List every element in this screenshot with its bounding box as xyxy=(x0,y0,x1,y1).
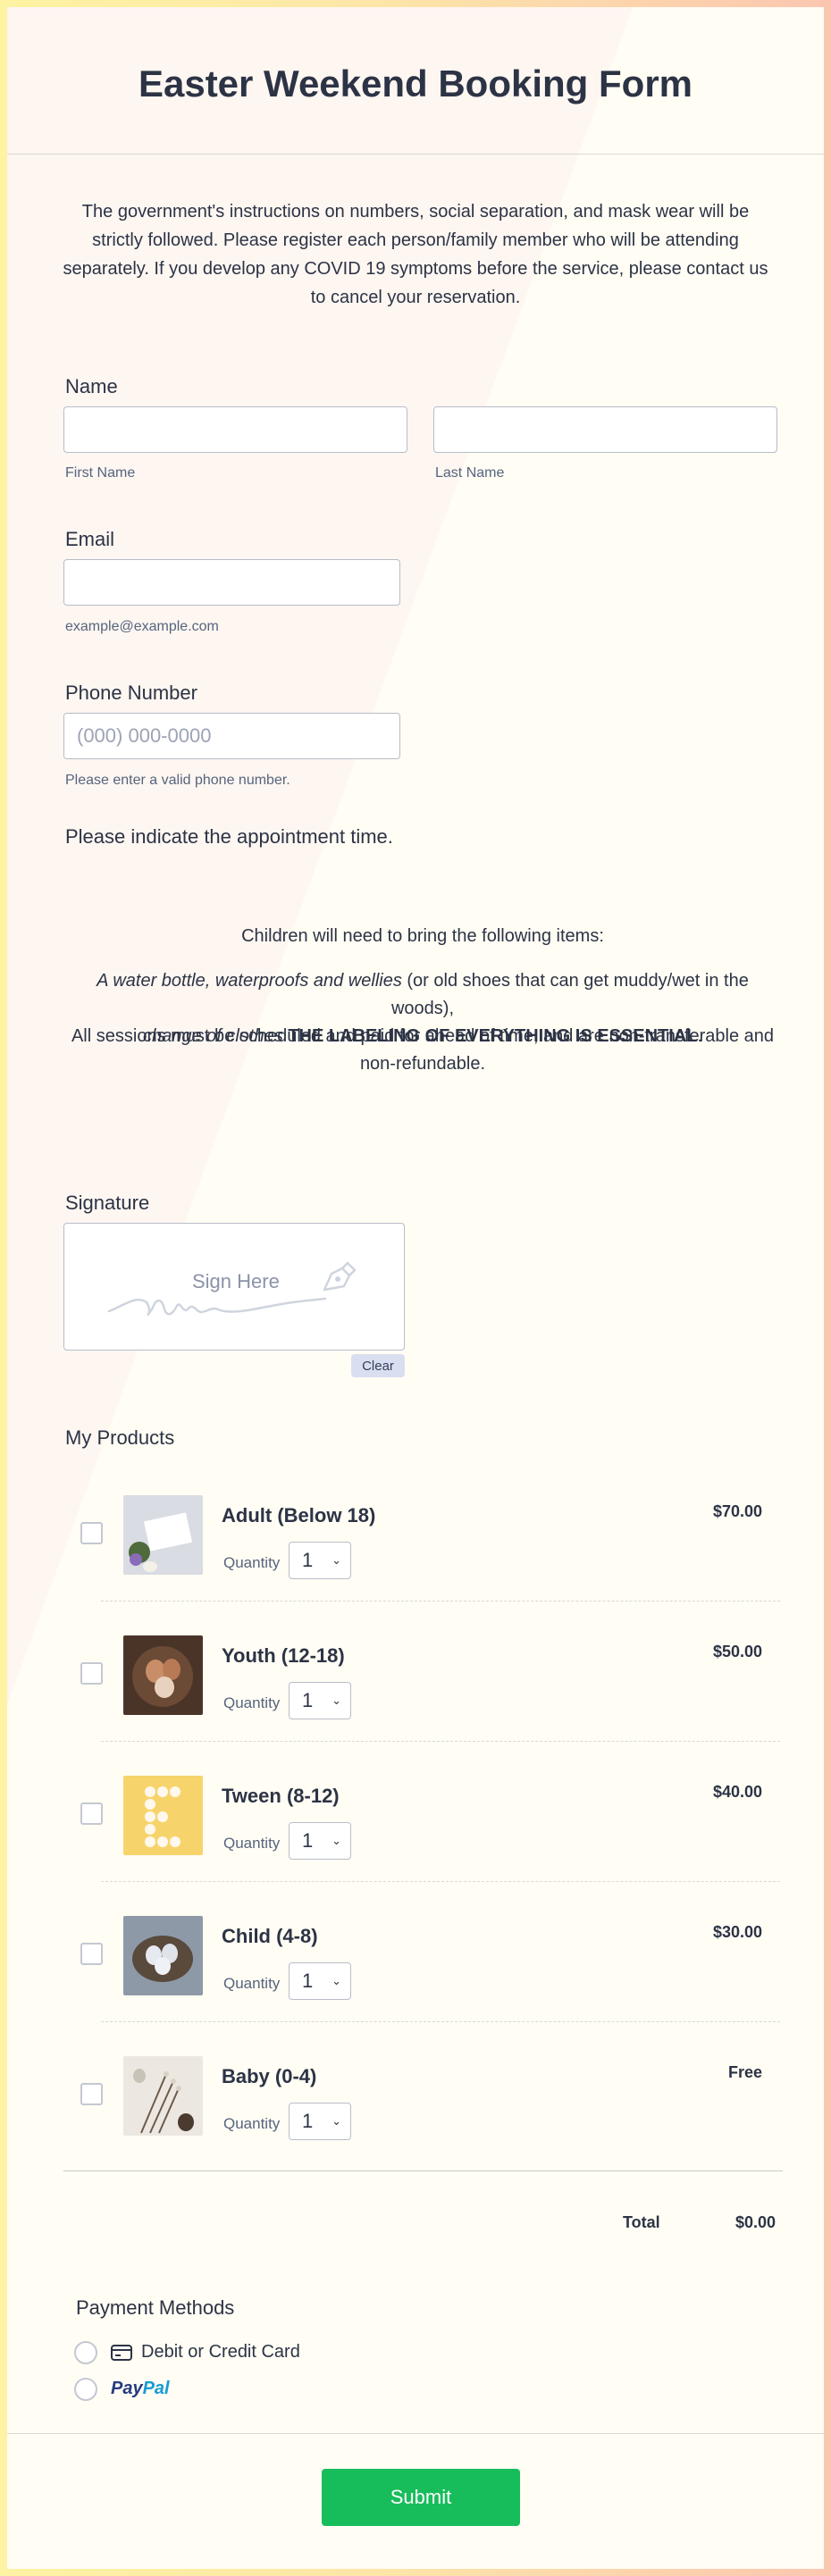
product-checkbox[interactable] xyxy=(80,1943,103,1965)
product-row-baby: Baby (0-4) Free Quantity 1 ⌄ xyxy=(80,2022,780,2162)
product-row-child: Child (4-8) $30.00 Quantity 1 ⌄ xyxy=(80,1882,780,2022)
product-price: Free xyxy=(727,2063,762,2081)
products-label: My Products xyxy=(65,1426,175,1449)
chevron-down-icon: ⌄ xyxy=(332,1834,341,1847)
chevron-down-icon: ⌄ xyxy=(332,1694,341,1707)
chevron-down-icon: ⌄ xyxy=(332,1553,341,1567)
phone-label: Phone Number xyxy=(65,682,197,704)
paypal-logo-pay: Pay xyxy=(111,2379,143,2398)
product-name: Baby (0-4) xyxy=(222,2065,317,2087)
submit-button[interactable]: Submit xyxy=(322,2469,520,2526)
clear-signature-button[interactable]: Clear xyxy=(351,1354,405,1377)
chevron-down-icon: ⌄ xyxy=(332,1974,341,1987)
quantity-select[interactable]: 1 ⌄ xyxy=(289,1962,351,2000)
footer-divider xyxy=(7,2433,824,2434)
product-checkbox[interactable] xyxy=(80,1662,103,1685)
product-row-tween: Tween (8-12) $40.00 Quantity 1 ⌄ xyxy=(80,1742,780,1882)
product-name: Youth (12-18) xyxy=(222,1644,345,1667)
phone-sublabel: Please enter a valid phone number. xyxy=(65,773,290,788)
product-image xyxy=(123,2056,203,2136)
quantity-select[interactable]: 1 ⌄ xyxy=(289,1822,351,1860)
notice-line-3: All sessions must be scheduled and paid … xyxy=(71,1026,775,1074)
quantity-value: 1 xyxy=(302,1970,314,1992)
name-label: Name xyxy=(65,375,118,397)
appointment-label: Please indicate the appointment time. xyxy=(65,825,393,848)
product-checkbox[interactable] xyxy=(80,1522,103,1544)
intro-text: The government's instructions on numbers… xyxy=(63,202,768,307)
total-label: Total xyxy=(623,2213,660,2231)
card-radio[interactable] xyxy=(74,2341,97,2364)
quantity-label: Quantity xyxy=(223,1975,281,1992)
notice-items-plain: (or old shoes that can get muddy/wet in … xyxy=(390,971,749,1018)
total-divider xyxy=(63,2170,783,2171)
quantity-label: Quantity xyxy=(223,1554,281,1571)
total-value: $0.00 xyxy=(735,2213,776,2231)
product-checkbox[interactable] xyxy=(80,2083,103,2105)
product-row-adult: Adult (Below 18) $70.00 Quantity 1 ⌄ xyxy=(80,1461,780,1602)
payment-label: Payment Methods xyxy=(76,2296,235,2319)
product-name: Adult (Below 18) xyxy=(222,1504,376,1526)
quantity-label: Quantity xyxy=(223,1835,281,1852)
credit-card-icon xyxy=(111,2345,132,2361)
signature-placeholder: Sign Here xyxy=(192,1270,280,1292)
form-card: Easter Weekend Booking Form The governme… xyxy=(7,7,824,2569)
product-image xyxy=(123,1495,203,1575)
product-name: Tween (8-12) xyxy=(222,1785,340,1807)
notice-items-italic-1: A water bottle, waterproofs and wellies xyxy=(97,971,402,991)
card-label: Debit or Credit Card xyxy=(141,2342,300,2362)
signature-pad[interactable]: Sign Here xyxy=(63,1223,405,1351)
quantity-value: 1 xyxy=(302,1829,314,1852)
product-image xyxy=(123,1635,203,1715)
first-name-input[interactable] xyxy=(63,406,407,453)
last-name-sublabel: Last Name xyxy=(435,465,505,481)
chevron-down-icon: ⌄ xyxy=(332,2114,341,2128)
paypal-logo: PayPal xyxy=(111,2379,170,2399)
product-image xyxy=(123,1776,203,1855)
notice-line-1: Children will need to bring the followin… xyxy=(241,926,604,946)
quantity-value: 1 xyxy=(302,2110,314,2132)
product-row-youth: Youth (12-18) $50.00 Quantity 1 ⌄ xyxy=(80,1602,780,1742)
quantity-select[interactable]: 1 ⌄ xyxy=(289,2103,351,2140)
quantity-value: 1 xyxy=(302,1549,314,1571)
quantity-label: Quantity xyxy=(223,2115,281,2132)
quantity-value: 1 xyxy=(302,1689,314,1711)
email-sublabel: example@example.com xyxy=(65,619,219,634)
quantity-label: Quantity xyxy=(223,1694,281,1711)
quantity-select[interactable]: 1 ⌄ xyxy=(289,1682,351,1719)
email-label: Email xyxy=(65,528,115,550)
signature-pen-icon xyxy=(323,1261,357,1292)
product-price: $30.00 xyxy=(712,1923,762,1941)
product-price: $40.00 xyxy=(712,1783,762,1801)
quantity-select[interactable]: 1 ⌄ xyxy=(289,1542,351,1579)
product-checkbox[interactable] xyxy=(80,1802,103,1825)
email-input[interactable] xyxy=(63,559,400,606)
product-price: $70.00 xyxy=(712,1502,762,1520)
phone-input[interactable] xyxy=(63,713,400,759)
form-header: Easter Weekend Booking Form xyxy=(7,7,824,155)
product-price: $50.00 xyxy=(712,1643,762,1660)
product-name: Child (4-8) xyxy=(222,1925,318,1947)
form-title: Easter Weekend Booking Form xyxy=(138,63,693,105)
product-image xyxy=(123,1916,203,1995)
last-name-input[interactable] xyxy=(433,406,777,453)
first-name-sublabel: First Name xyxy=(65,465,136,481)
paypal-logo-pal: Pal xyxy=(142,2379,170,2398)
signature-label: Signature xyxy=(65,1192,150,1214)
paypal-radio[interactable] xyxy=(74,2378,97,2401)
